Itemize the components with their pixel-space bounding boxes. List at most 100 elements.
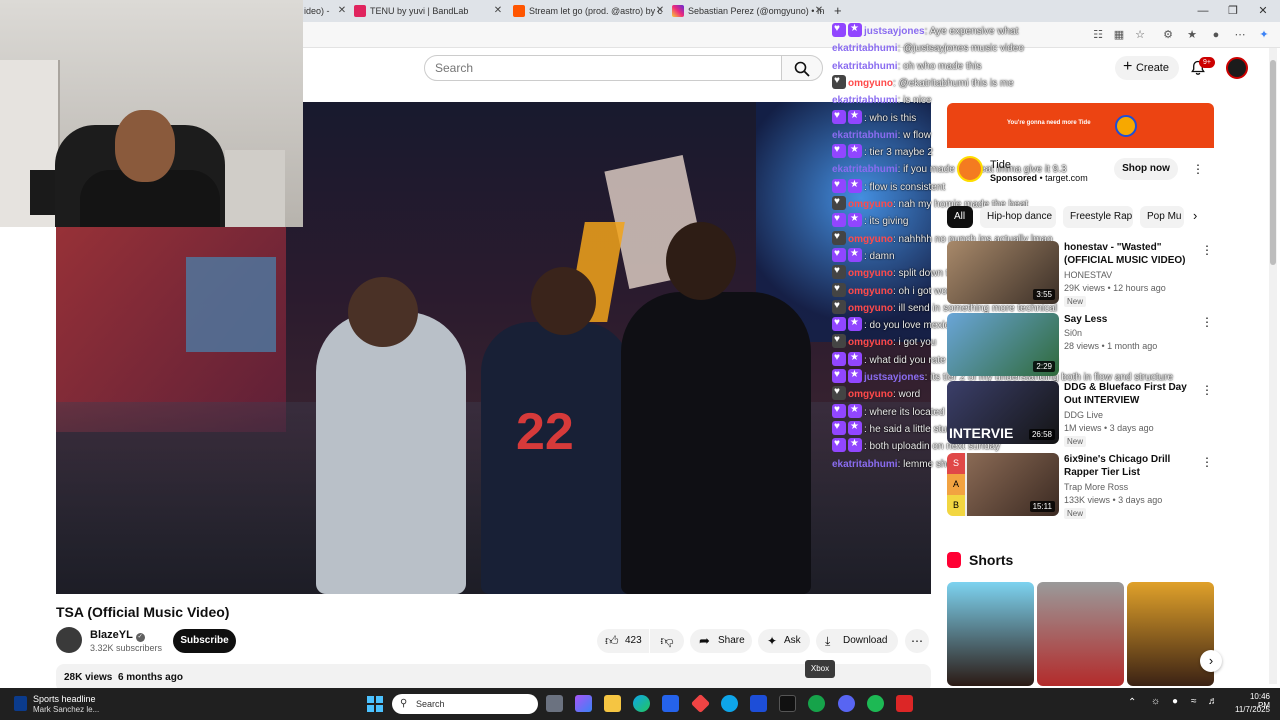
- list-item[interactable]: 3:55 honestav - "Wasted" (OFFICIAL MUSIC…: [947, 241, 1217, 307]
- page-scrollbar-thumb[interactable]: [1270, 60, 1276, 265]
- app-blue-icon[interactable]: [721, 695, 738, 712]
- thumbs-up-icon: 👍︎: [605, 633, 619, 648]
- rec-more-icon[interactable]: ⋮: [1201, 383, 1213, 397]
- shorts-heading: Shorts: [969, 552, 1014, 568]
- tab-youtube[interactable]: ideo) - ✕: [300, 2, 348, 22]
- more-actions-button[interactable]: ⋯: [905, 629, 929, 653]
- close-tab-icon[interactable]: ✕: [492, 2, 504, 20]
- ad-banner[interactable]: You're gonna need more Tide: [947, 103, 1214, 148]
- grid-icon[interactable]: ▦: [1111, 27, 1127, 43]
- channel-avatar[interactable]: [56, 627, 82, 653]
- share-button[interactable]: ➦ Share: [690, 629, 752, 653]
- short-thumbnail[interactable]: [1037, 582, 1124, 686]
- spotify-icon[interactable]: [867, 695, 884, 712]
- like-count: 423: [625, 635, 642, 646]
- more-menu-icon[interactable]: ⋯: [1232, 27, 1248, 43]
- dislike-button[interactable]: 👎︎: [650, 629, 684, 653]
- taskbar-search-box[interactable]: ⚲ Search: [392, 694, 538, 714]
- like-button[interactable]: 👍︎ 423: [597, 629, 649, 653]
- rec-more-icon[interactable]: ⋮: [1201, 455, 1213, 469]
- app-red-icon[interactable]: [896, 695, 913, 712]
- extension-icon[interactable]: ⚙: [1160, 27, 1176, 43]
- rec-meta: 29K views • 12 hours ago: [1064, 283, 1166, 293]
- search-placeholder: Search: [435, 61, 474, 75]
- rec-title: DDG & Bluefaco First Day Out INTERVIEW: [1064, 382, 1187, 406]
- create-button[interactable]: + Create: [1115, 56, 1179, 80]
- video-thumbnail: 2:29: [947, 313, 1059, 376]
- search-input[interactable]: Search: [424, 55, 782, 81]
- person-head-middle: [531, 267, 596, 335]
- ask-button[interactable]: ✦ Ask: [758, 629, 810, 653]
- chip-all[interactable]: All: [947, 206, 973, 228]
- clock-date[interactable]: 11/7/2025: [1228, 705, 1270, 714]
- short-thumbnail[interactable]: [947, 582, 1034, 686]
- network-icon[interactable]: ☼: [1151, 696, 1160, 707]
- person-head-right: [666, 222, 736, 300]
- search-icon: ⚲: [400, 698, 408, 709]
- more-horizontal-icon: ⋯: [911, 634, 923, 648]
- rec-more-icon[interactable]: ⋮: [1201, 315, 1213, 329]
- tray-chevron-up-icon[interactable]: ⌃: [1128, 697, 1136, 708]
- close-tab-icon[interactable]: ✕: [654, 2, 666, 20]
- close-tab-icon[interactable]: ✕: [336, 2, 348, 20]
- sparkle-icon: ✦: [767, 634, 778, 648]
- profile-icon[interactable]: ●: [1208, 27, 1224, 43]
- list-item[interactable]: S A B 15:11 6ix9ine's Chicago Drill Rapp…: [947, 453, 1217, 519]
- store-icon[interactable]: [662, 695, 679, 712]
- favorite-star-icon[interactable]: ☆: [1132, 27, 1148, 43]
- copilot-app-icon[interactable]: [575, 695, 592, 712]
- shop-now-button[interactable]: Shop now: [1114, 158, 1178, 180]
- chip-hip-hop-dance[interactable]: Hip-hop dance: [980, 206, 1056, 228]
- subscribe-button[interactable]: Subscribe: [173, 629, 236, 653]
- video-title: TSA (Official Music Video): [56, 604, 230, 620]
- account-avatar[interactable]: [1226, 57, 1248, 79]
- tab-soundcloud[interactable]: Stream let go (prod. @astro) by c ✕: [511, 2, 666, 22]
- webcam-overlay: [0, 0, 303, 227]
- video-thumbnail: 3:55: [947, 241, 1059, 304]
- list-item[interactable]: 2:29 Say Less Si0n 28 views • 1 month ag…: [947, 313, 1217, 377]
- channel-name[interactable]: BlazeYL ✓: [90, 629, 145, 642]
- minimize-icon[interactable]: —: [1188, 0, 1218, 22]
- news-widget-title[interactable]: Sports headline: [33, 694, 96, 705]
- wifi-icon[interactable]: ≈: [1191, 696, 1197, 707]
- volume-icon[interactable]: ♬: [1208, 696, 1218, 707]
- rec-title: honestav - "Wasted" (OFFICIAL MUSIC VIDE…: [1064, 242, 1186, 266]
- tiktok-icon[interactable]: [779, 695, 796, 712]
- list-item[interactable]: INTERVIE 26:58 DDG & Bluefaco First Day …: [947, 381, 1217, 447]
- new-tab-button[interactable]: +: [830, 2, 848, 22]
- mail-icon[interactable]: [750, 695, 767, 712]
- maximize-icon[interactable]: ❐: [1218, 0, 1248, 22]
- chevron-right-icon[interactable]: ›: [1193, 208, 1197, 223]
- video-thumbnail: S A B 15:11: [947, 453, 1059, 516]
- translate-icon[interactable]: ☷: [1090, 27, 1106, 43]
- nfl-news-icon[interactable]: [14, 696, 27, 711]
- task-view-icon[interactable]: [546, 695, 563, 712]
- microphone-icon[interactable]: ●: [1172, 696, 1178, 707]
- chat-username: ekatritabhumi: [832, 61, 898, 72]
- webcam-person-head: [115, 110, 175, 182]
- chat-message: omgyuno: @ekatritabhumi this is me: [832, 74, 1014, 92]
- windows-start-icon[interactable]: [367, 696, 383, 712]
- tab-bandlab[interactable]: TENU by yuvi | BandLab ✕: [352, 2, 504, 22]
- create-label: Create: [1135, 62, 1169, 74]
- discord-icon[interactable]: [838, 695, 855, 712]
- edge-icon[interactable]: [633, 695, 650, 712]
- ad-more-icon[interactable]: ⋮: [1192, 162, 1204, 176]
- close-window-icon[interactable]: ✕: [1248, 0, 1278, 22]
- rec-meta: 133K views • 3 days ago: [1064, 495, 1163, 505]
- person-black-jacket: [621, 292, 811, 594]
- file-explorer-icon[interactable]: [604, 695, 621, 712]
- download-button[interactable]: ⤓ Download: [816, 629, 898, 653]
- rec-more-icon[interactable]: ⋮: [1201, 243, 1213, 257]
- chip-pop-music[interactable]: Pop Mu: [1140, 206, 1184, 228]
- chip-freestyle-rap[interactable]: Freestyle Rap: [1063, 206, 1133, 228]
- shorts-next-button[interactable]: ›: [1200, 650, 1222, 672]
- copilot-icon[interactable]: ✦: [1256, 27, 1272, 43]
- favorites-icon[interactable]: ★: [1184, 27, 1200, 43]
- search-button[interactable]: [781, 55, 823, 81]
- tab-instagram[interactable]: Sebastian Perez (@omgyuno) • In ✕: [670, 2, 825, 22]
- close-tab-icon[interactable]: ✕: [813, 2, 825, 20]
- chat-message: ekatritabhumi: oh who made this: [832, 58, 982, 75]
- short-thumbnail[interactable]: [1127, 582, 1214, 686]
- xbox-icon[interactable]: [808, 695, 825, 712]
